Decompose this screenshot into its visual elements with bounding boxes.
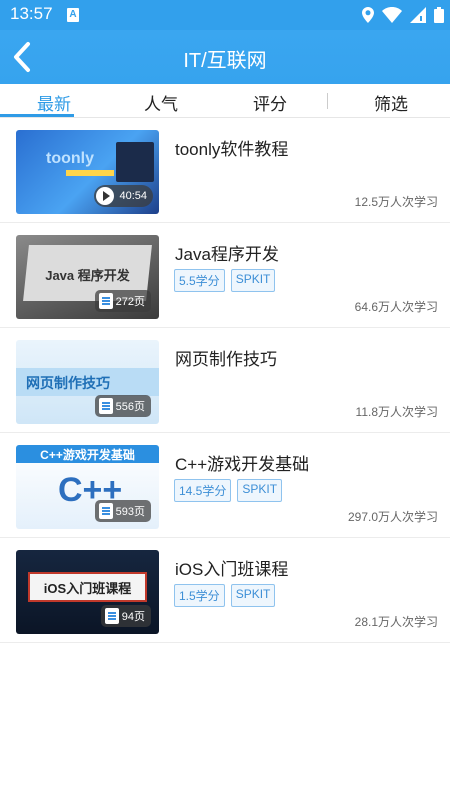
document-icon [98,503,113,519]
learner-count: 297.0万人次学习 [347,510,438,524]
notification-icon: A [67,8,79,22]
course-thumbnail: toonly 40:54 [16,130,159,214]
course-thumbnail: C++游戏开发基础 C++ 593页 [16,445,159,529]
learner-count: 12.5万人次学习 [354,195,438,209]
status-icons [362,6,444,24]
battery-icon [434,7,444,23]
course-tags: 14.5学分 SPKIT [174,479,283,502]
status-time: 13:57 [10,4,53,23]
provider-tag: SPKIT [237,479,283,502]
document-icon [104,608,119,624]
tab-popularity[interactable]: 人气 [144,90,178,115]
signal-icon [410,7,426,23]
course-item-webdesign[interactable]: 网页制作技巧 556页 网页制作技巧 11.8万人次学习 [0,328,450,433]
course-tags: 1.5学分 SPKIT [174,584,276,607]
thumbnail-decoration [66,170,114,176]
page-count-text: 556页 [115,401,145,413]
thumbnail-screen [116,142,154,182]
course-item-java[interactable]: Java 程序开发 272页 Java程序开发 5.5学分 SPKIT 64.6… [0,223,450,328]
play-icon [96,187,115,205]
thumbnail-label: Java 程序开发 [45,268,130,283]
thumbnail-label: 网页制作技巧 [26,375,110,391]
page-count-text: 94页 [121,611,145,623]
learner-count: 11.8万人次学习 [355,405,438,419]
course-item-ios[interactable]: iOS入门班课程 94页 iOS入门班课程 1.5学分 SPKIT 28.1万人… [0,538,450,643]
learner-count: 28.1万人次学习 [354,615,438,629]
page-count-badge: 556页 [94,395,151,417]
course-title: C++游戏开发基础 [175,455,310,474]
page-title: IT/互联网 [183,50,267,72]
page-count-text: 593页 [115,506,145,518]
active-tab-indicator [0,114,74,117]
course-title: iOS入门班课程 [175,560,289,579]
document-icon [98,293,113,309]
duration-text: 40:54 [119,190,147,202]
thumbnail-label: iOS入门班课程 [43,581,132,596]
credit-tag: 1.5学分 [174,584,225,607]
tab-divider [327,93,328,109]
credit-tag: 5.5学分 [174,269,225,292]
course-title: toonly软件教程 [175,140,289,159]
course-item-toonly[interactable]: toonly 40:54 toonly软件教程 12.5万人次学习 [0,118,450,223]
tab-filter[interactable]: 筛选 [374,90,408,115]
page-count-badge: 272页 [94,290,151,312]
course-thumbnail: 网页制作技巧 556页 [16,340,159,424]
sort-tabs: 最新 人气 评分 筛选 [0,84,450,118]
thumbnail-label: toonly [46,150,94,167]
document-icon [98,398,113,414]
app-header: IT/互联网 [0,30,450,84]
status-bar: 13:57 A [0,0,450,30]
video-duration-badge: 40:54 [94,185,153,207]
course-title: Java程序开发 [175,245,279,264]
wifi-icon [382,7,402,23]
tab-rating[interactable]: 评分 [253,90,287,115]
course-thumbnail: iOS入门班课程 94页 [16,550,159,634]
course-thumbnail: Java 程序开发 272页 [16,235,159,319]
page-count-badge: 593页 [94,500,151,522]
credit-tag: 14.5学分 [174,479,232,502]
course-list: toonly 40:54 toonly软件教程 12.5万人次学习 Java 程… [0,118,450,643]
page-count-badge: 94页 [100,605,151,627]
course-item-cpp[interactable]: C++游戏开发基础 C++ 593页 C++游戏开发基础 14.5学分 SPKI… [0,433,450,538]
location-icon [362,7,374,23]
thumbnail-label: C++游戏开发基础 [40,448,135,462]
course-tags: 5.5学分 SPKIT [174,269,276,292]
page-count-text: 272页 [115,296,145,308]
course-title: 网页制作技巧 [175,350,277,369]
provider-tag: SPKIT [230,269,276,292]
learner-count: 64.6万人次学习 [354,300,438,314]
provider-tag: SPKIT [230,584,276,607]
tab-latest[interactable]: 最新 [37,90,71,115]
